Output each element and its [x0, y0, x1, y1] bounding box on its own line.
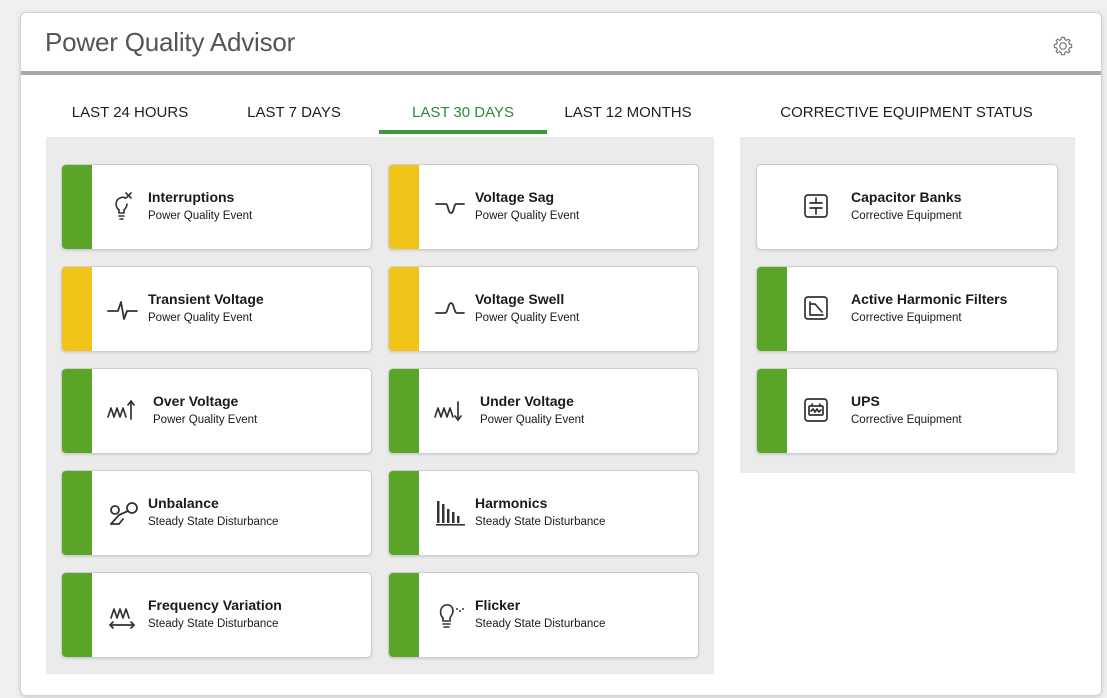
equipment-title: Active Harmonic Filters	[851, 291, 1008, 307]
frequency-wave-icon	[106, 597, 142, 633]
equipment-subtitle: Corrective Equipment	[851, 414, 962, 426]
event-card-interruptions[interactable]: Interruptions Power Quality Event	[61, 164, 372, 250]
equipment-card-active-harmonic-filters[interactable]: Active Harmonic Filters Corrective Equip…	[756, 266, 1058, 352]
event-title: Harmonics	[475, 495, 548, 511]
time-range-tabs: LAST 24 HOURS LAST 7 DAYS LAST 30 DAYS L…	[46, 101, 713, 138]
event-subtitle: Power Quality Event	[148, 312, 253, 324]
settings-gear-icon[interactable]	[1052, 35, 1074, 57]
event-card-unbalance[interactable]: Unbalance Steady State Disturbance	[61, 470, 372, 556]
power-quality-advisor-panel: Power Quality Advisor LAST 24 HOURS LAST…	[20, 12, 1102, 696]
event-title: Over Voltage	[153, 393, 239, 409]
event-title: Transient Voltage	[148, 291, 264, 307]
tab-last-12-months[interactable]: LAST 12 MONTHS	[554, 101, 702, 134]
sag-wave-icon	[433, 189, 469, 225]
event-title: Frequency Variation	[148, 597, 282, 613]
tab-corrective-equipment-status[interactable]: CORRECTIVE EQUIPMENT STATUS	[740, 101, 1073, 138]
event-title: Voltage Swell	[475, 291, 565, 307]
tab-last-30-days[interactable]: LAST 30 DAYS	[379, 101, 547, 134]
ups-battery-icon	[799, 393, 835, 429]
power-quality-events-grid: Interruptions Power Quality Event Voltag…	[46, 137, 714, 674]
event-title: Under Voltage	[480, 393, 574, 409]
status-indicator	[62, 573, 92, 657]
event-subtitle: Power Quality Event	[480, 414, 585, 426]
swell-wave-icon	[433, 291, 469, 327]
status-indicator	[757, 267, 787, 351]
over-voltage-icon	[106, 393, 142, 429]
equipment-subtitle: Corrective Equipment	[851, 210, 962, 222]
event-subtitle: Power Quality Event	[148, 210, 253, 222]
event-title: Voltage Sag	[475, 189, 555, 205]
equipment-title: UPS	[851, 393, 880, 409]
equipment-subtitle: Corrective Equipment	[851, 312, 962, 324]
event-subtitle: Steady State Disturbance	[148, 618, 279, 630]
unbalance-icon	[106, 495, 142, 531]
event-title: Flicker	[475, 597, 521, 613]
event-card-voltage-sag[interactable]: Voltage Sag Power Quality Event	[388, 164, 699, 250]
event-card-voltage-swell[interactable]: Voltage Swell Power Quality Event	[388, 266, 699, 352]
status-indicator	[389, 471, 419, 555]
status-indicator	[62, 267, 92, 351]
event-card-under-voltage[interactable]: Under Voltage Power Quality Event	[388, 368, 699, 454]
under-voltage-icon	[433, 393, 469, 429]
event-title: Interruptions	[148, 189, 235, 205]
status-indicator	[389, 165, 419, 249]
event-card-harmonics[interactable]: Harmonics Steady State Disturbance	[388, 470, 699, 556]
harmonics-bars-icon	[433, 495, 469, 531]
status-indicator	[62, 471, 92, 555]
harmonic-filter-icon	[799, 291, 835, 327]
flicker-bulb-icon	[433, 597, 469, 633]
event-subtitle: Power Quality Event	[475, 312, 580, 324]
status-indicator	[389, 573, 419, 657]
event-subtitle: Steady State Disturbance	[475, 618, 606, 630]
status-indicator	[62, 165, 92, 249]
status-indicator	[389, 267, 419, 351]
transient-wave-icon	[106, 291, 142, 327]
event-subtitle: Power Quality Event	[153, 414, 258, 426]
status-indicator	[757, 369, 787, 453]
equipment-card-ups[interactable]: UPS Corrective Equipment	[756, 368, 1058, 454]
event-subtitle: Steady State Disturbance	[475, 516, 606, 528]
equipment-card-capacitor-banks[interactable]: Capacitor Banks Corrective Equipment	[756, 164, 1058, 250]
bulb-x-icon	[106, 189, 142, 225]
event-title: Unbalance	[148, 495, 219, 511]
panel-title: Power Quality Advisor	[45, 27, 296, 57]
capacitor-icon	[799, 189, 835, 225]
equipment-title: Capacitor Banks	[851, 189, 962, 205]
event-card-over-voltage[interactable]: Over Voltage Power Quality Event	[61, 368, 372, 454]
corrective-equipment-list: Capacitor Banks Corrective Equipment Act…	[740, 137, 1075, 473]
tab-last-7-days[interactable]: LAST 7 DAYS	[231, 101, 357, 134]
event-card-transient-voltage[interactable]: Transient Voltage Power Quality Event	[61, 266, 372, 352]
status-indicator	[389, 369, 419, 453]
event-subtitle: Power Quality Event	[475, 210, 580, 222]
event-card-flicker[interactable]: Flicker Steady State Disturbance	[388, 572, 699, 658]
panel-header: Power Quality Advisor	[21, 13, 1101, 75]
event-subtitle: Steady State Disturbance	[148, 516, 279, 528]
tab-last-24-hours[interactable]: LAST 24 HOURS	[63, 101, 197, 134]
status-indicator	[62, 369, 92, 453]
event-card-frequency-variation[interactable]: Frequency Variation Steady State Disturb…	[61, 572, 372, 658]
